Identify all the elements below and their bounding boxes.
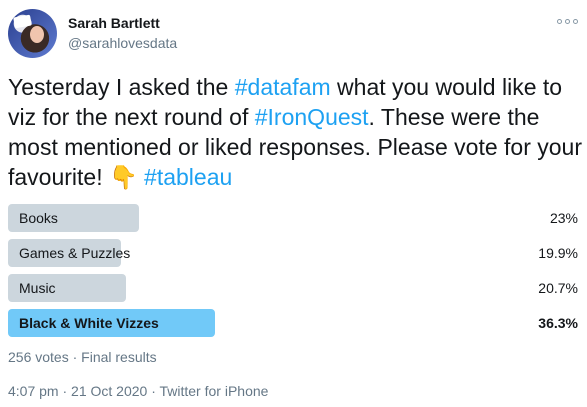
poll-option-percent: 19.9% [538, 245, 578, 261]
poll-option-label: Books [19, 210, 58, 226]
hashtag-tableau[interactable]: #tableau [144, 164, 232, 190]
poll-option-percent: 23% [549, 210, 578, 226]
hashtag-datafam[interactable]: #datafam [235, 74, 331, 100]
tweet-text: Yesterday I asked the #datafam what you … [8, 72, 583, 192]
poll-option-label: Black & White Vizzes [19, 315, 159, 331]
more-options-icon[interactable] [555, 14, 579, 28]
poll-option-black-white-vizzes: Black & White Vizzes 36.3% [8, 309, 578, 337]
poll-option-books: Books 23% [8, 204, 578, 232]
poll-option-label: Games & Puzzles [19, 245, 131, 261]
poll-option-games-puzzles: Games & Puzzles 19.9% [8, 239, 578, 267]
poll-summary: 256 votes · Final results [8, 349, 157, 365]
pointing-down-emoji-icon: 👇 [109, 164, 138, 190]
poll-option-music: Music 20.7% [8, 274, 578, 302]
tweet-text-part: Yesterday I asked the [8, 74, 235, 100]
avatar-badge [13, 14, 32, 29]
poll-option-label: Music [19, 280, 56, 296]
avatar[interactable] [8, 9, 57, 58]
user-handle[interactable]: @sarahlovesdata [68, 35, 177, 51]
poll-option-percent: 36.3% [538, 315, 578, 331]
avatar-face [30, 26, 44, 43]
tweet-metadata[interactable]: 4:07 pm · 21 Oct 2020 · Twitter for iPho… [8, 383, 268, 399]
hashtag-ironquest[interactable]: #IronQuest [255, 104, 369, 130]
poll-option-percent: 20.7% [538, 280, 578, 296]
display-name[interactable]: Sarah Bartlett [68, 15, 160, 31]
